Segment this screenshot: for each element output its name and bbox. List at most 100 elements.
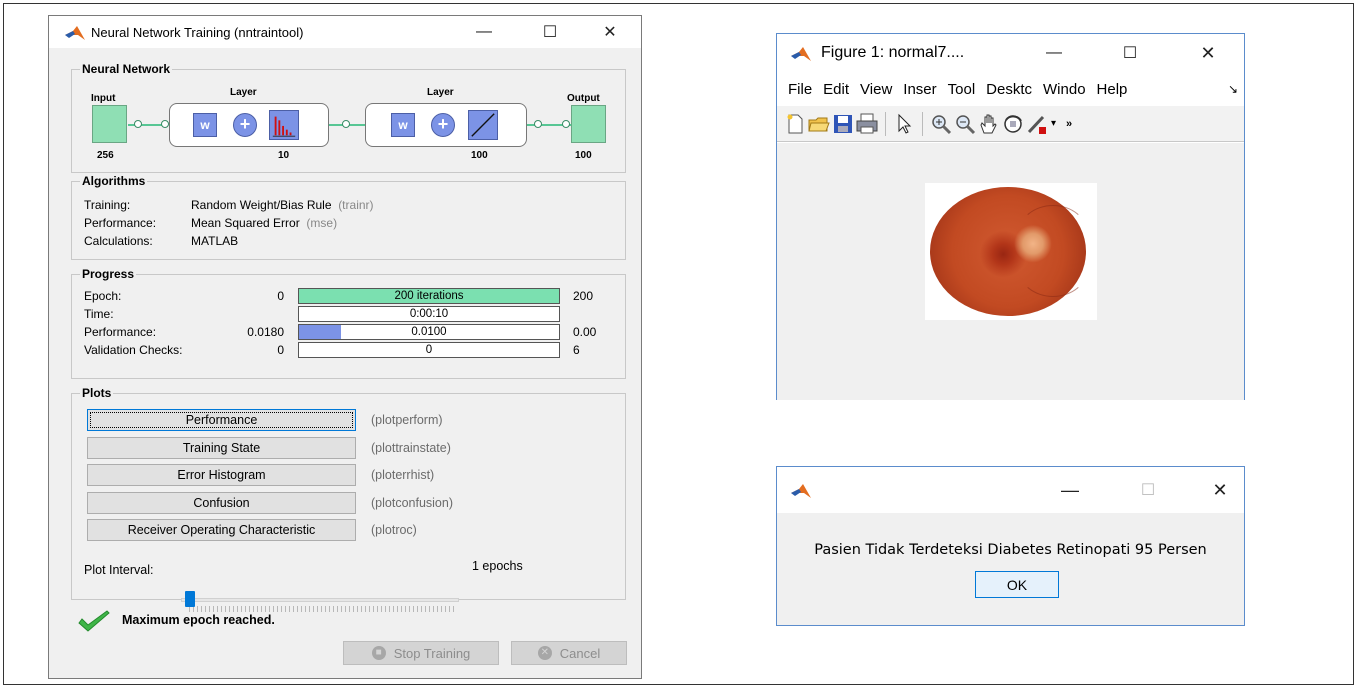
- algorithm-label: Performance:: [84, 216, 157, 230]
- menu-overflow-icon[interactable]: ↘: [1228, 82, 1238, 96]
- progress-min: 0.0180: [247, 325, 284, 339]
- plot-function-name: (plotconfusion): [371, 496, 453, 510]
- plot-button[interactable]: Performance: [87, 409, 356, 431]
- minimize-button[interactable]: —: [1047, 467, 1093, 513]
- matlab-logo-icon: [65, 26, 85, 40]
- dialog-titlebar[interactable]: — ☐ ✕: [777, 467, 1244, 513]
- output-block: [571, 105, 606, 143]
- close-button[interactable]: ✕: [587, 16, 633, 48]
- checkmark-icon: [78, 610, 110, 632]
- output-size: 100: [575, 150, 592, 161]
- maximize-button[interactable]: ☐: [527, 16, 573, 48]
- toolbar-separator: [922, 111, 923, 136]
- pan-icon[interactable]: [977, 112, 1001, 136]
- neural-network-group: Neural Network Input 256 Layer w + 10 La…: [71, 62, 626, 173]
- open-icon[interactable]: [807, 112, 831, 136]
- figure-titlebar[interactable]: Figure 1: normal7.... — ☐ ✕: [777, 34, 1244, 72]
- output-label: Output: [567, 93, 600, 104]
- slider-thumb[interactable]: [185, 591, 195, 607]
- stop-training-button[interactable]: ■ Stop Training: [343, 641, 499, 665]
- plot-function-name: (plotroc): [371, 523, 417, 537]
- progress-max: 6: [573, 343, 580, 357]
- progress-max: 200: [573, 289, 594, 303]
- minimize-button[interactable]: —: [461, 16, 507, 48]
- rotate-icon[interactable]: [1001, 112, 1025, 136]
- algorithm-function: (mse): [306, 216, 338, 230]
- dialog-message: Pasien Tidak Terdeteksi Diabetes Retinop…: [814, 542, 1207, 558]
- nntraintool-titlebar[interactable]: Neural Network Training (nntraintool) — …: [49, 16, 641, 48]
- plot-function-name: (ploterrhist): [371, 468, 435, 482]
- progress-max: 0.00: [573, 325, 597, 339]
- input-block: [92, 105, 127, 143]
- algorithm-name: MATLAB: [191, 234, 239, 248]
- plot-function-name: (plotperform): [371, 413, 443, 427]
- progress-min: 0: [277, 343, 284, 357]
- plot-button[interactable]: Training State: [87, 437, 356, 459]
- weight-w-block: w: [391, 113, 415, 137]
- plot-button[interactable]: Error Histogram: [87, 464, 356, 486]
- matlab-logo-icon: [791, 47, 811, 61]
- plot-button[interactable]: Receiver Operating Characteristic: [87, 519, 356, 541]
- menu-item[interactable]: Inser: [903, 81, 936, 98]
- menu-item[interactable]: File: [788, 81, 812, 98]
- progress-bar: 0: [298, 342, 560, 358]
- zoom-in-icon[interactable]: [929, 112, 953, 136]
- algorithm-function: (trainr): [338, 198, 374, 212]
- hardlim-transfer-icon: [269, 110, 299, 140]
- menu-item[interactable]: Edit: [823, 81, 849, 98]
- progress-bar-text: 0.0100: [411, 326, 447, 338]
- algorithm-label: Training:: [84, 198, 131, 212]
- slider-ticks: [189, 606, 457, 612]
- progress-bar: 0.0100: [298, 324, 560, 340]
- figure-menubar: File Edit View Inser Tool Desktc Windo Help ↘: [777, 72, 1244, 106]
- minimize-button[interactable]: —: [1031, 34, 1077, 72]
- layer2-label: Layer: [427, 87, 454, 98]
- algorithms-group: Algorithms Training: Random Weight/Bias …: [71, 174, 626, 260]
- dropdown-arrow-icon[interactable]: ▾: [1051, 118, 1056, 129]
- window-title: Neural Network Training (nntraintool): [91, 24, 304, 40]
- progress-row: Time: 0:00:10: [84, 305, 624, 323]
- section-title: Progress: [80, 267, 137, 281]
- menu-item[interactable]: Windo: [1043, 81, 1086, 98]
- algorithm-row: Training: Random Weight/Bias Rule (train…: [84, 198, 374, 212]
- close-button[interactable]: ✕: [1197, 467, 1243, 513]
- progress-bar-text: 200 iterations: [394, 290, 464, 302]
- cancel-button[interactable]: ✕ Cancel: [511, 641, 627, 665]
- wire-node: [562, 120, 570, 128]
- pointer-icon[interactable]: [892, 112, 916, 136]
- algorithm-value: Mean Squared Error (mse): [191, 216, 337, 230]
- zoom-out-icon[interactable]: [953, 112, 977, 136]
- layer1-size: 10: [278, 150, 290, 161]
- print-icon[interactable]: [855, 112, 879, 136]
- brush-icon[interactable]: [1025, 112, 1049, 136]
- menu-item[interactable]: Desktc: [986, 81, 1032, 98]
- toolbar-overflow-icon[interactable]: »: [1066, 118, 1072, 130]
- new-figure-icon[interactable]: [783, 112, 807, 136]
- plot-button[interactable]: Confusion: [87, 492, 356, 514]
- menu-item[interactable]: Help: [1097, 81, 1128, 98]
- plot-interval-slider[interactable]: [181, 598, 459, 602]
- progress-label: Performance:: [84, 325, 157, 339]
- progress-label: Epoch:: [84, 289, 122, 303]
- algorithm-value: Random Weight/Bias Rule (trainr): [191, 198, 374, 212]
- plot-interval-label: Plot Interval:: [84, 563, 154, 577]
- progress-bar: 0:00:10: [298, 306, 560, 322]
- plot-function-name: (plottrainstate): [371, 441, 451, 455]
- algorithm-label: Calculations:: [84, 234, 153, 248]
- progress-label: Validation Checks:: [84, 343, 183, 357]
- close-button[interactable]: ✕: [1185, 34, 1231, 72]
- input-size: 256: [97, 150, 114, 161]
- progress-bar-text: 0: [425, 344, 433, 356]
- menu-item[interactable]: Tool: [948, 81, 976, 98]
- wire-node: [342, 120, 350, 128]
- status-message: Maximum epoch reached.: [122, 613, 275, 627]
- layer1-label: Layer: [230, 87, 257, 98]
- ok-button[interactable]: OK: [975, 571, 1059, 598]
- menu-item[interactable]: View: [860, 81, 892, 98]
- maximize-button[interactable]: ☐: [1107, 34, 1153, 72]
- plot-interval-value: 1 epochs: [472, 559, 523, 573]
- figure-toolbar: ▾ »: [777, 106, 1244, 142]
- save-icon[interactable]: [831, 112, 855, 136]
- cancel-label: Cancel: [559, 645, 601, 661]
- layer2-size: 100: [471, 150, 488, 161]
